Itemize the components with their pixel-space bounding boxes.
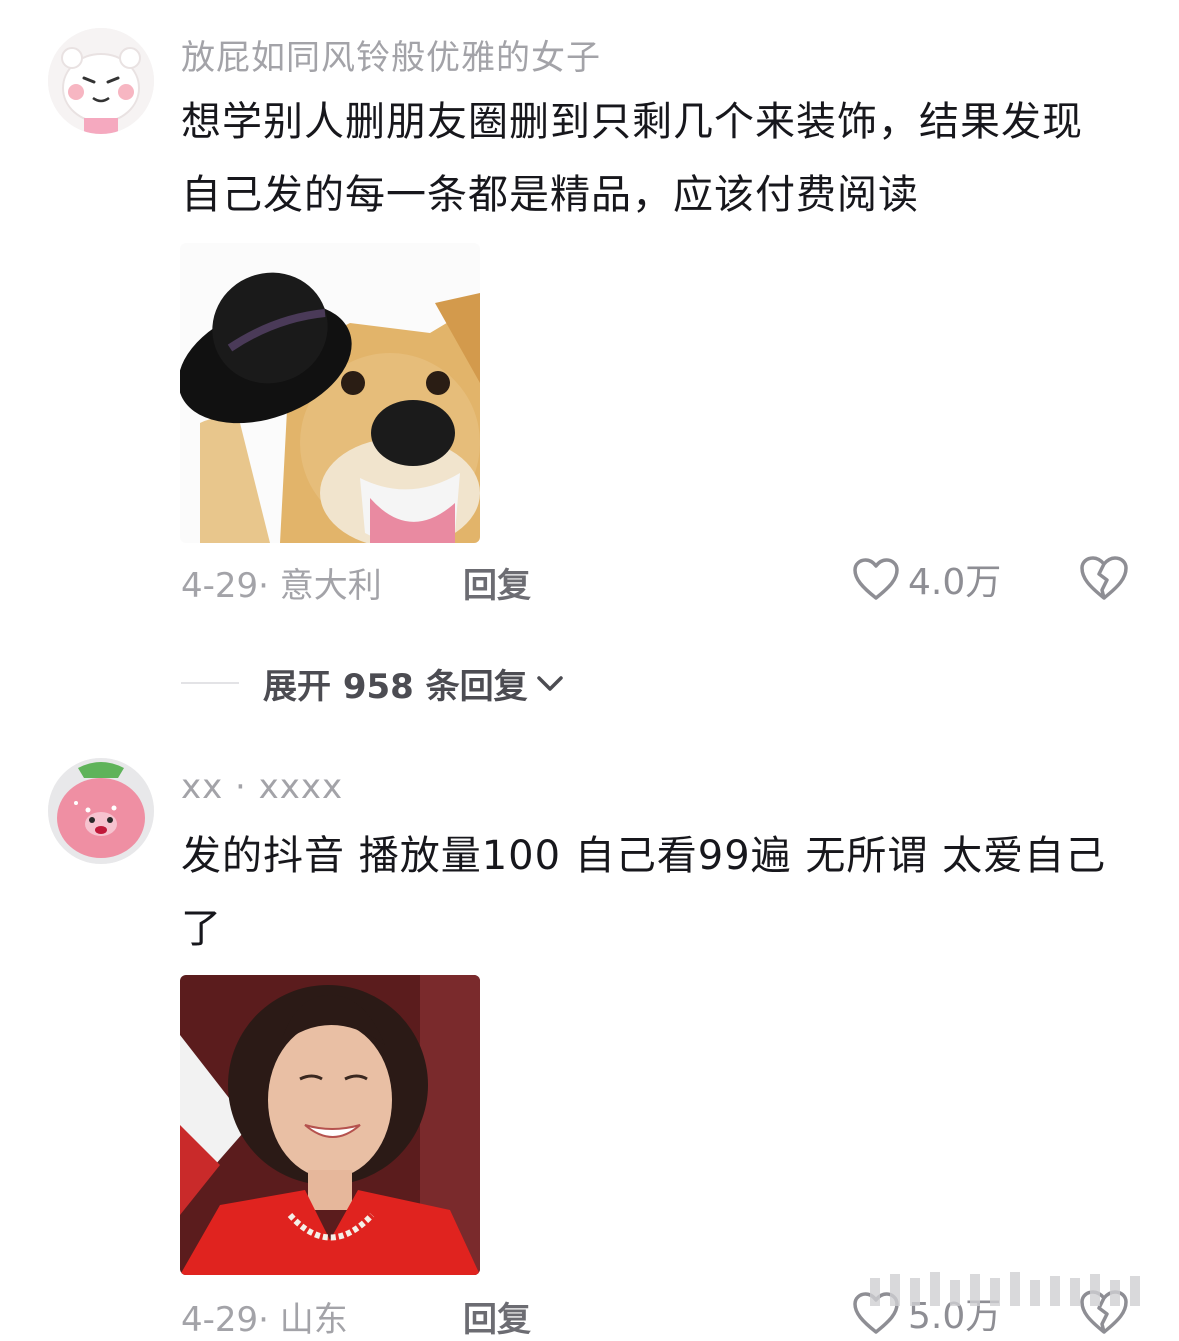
comment-item: 放屁如同风铃般优雅的女子 想学别人删朋友圈删到只剩几个来装饰，结果发现自己发的每… <box>0 0 1179 720</box>
heart-icon <box>853 558 899 600</box>
username[interactable]: xx · xxxx <box>181 767 343 807</box>
woman-laughing-meme <box>180 975 480 1275</box>
meme-image[interactable] <box>180 975 480 1275</box>
broken-heart-icon <box>1080 556 1128 600</box>
meme-image[interactable] <box>180 243 480 543</box>
comment-text: 想学别人删朋友圈删到只剩几个来装饰，结果发现自己发的每一条都是精品，应该付费阅读 <box>181 99 1083 218</box>
comment-text: 发的抖音 播放量100 自己看99遍 无所谓 太爱自己了 <box>181 833 1107 952</box>
dislike-button[interactable] <box>1078 554 1130 604</box>
scroll-indicator <box>870 1272 1140 1306</box>
like-count: 4.0万 <box>908 562 1002 603</box>
comment-meta: 4-29· 山东 <box>181 1300 348 1340</box>
reply-button[interactable]: 回复 <box>463 1292 531 1341</box>
like-button[interactable]: 4.0万 <box>852 554 1001 604</box>
reply-button[interactable]: 回复 <box>463 558 531 607</box>
expand-replies-button[interactable]: 展开 958 条回复 <box>181 658 566 708</box>
chevron-down-icon <box>536 676 563 691</box>
pink-loopy-avatar-icon <box>48 758 154 864</box>
comment-item: xx · xxxx 发的抖音 播放量100 自己看99遍 无所谓 太爱自己了 4… <box>0 720 1179 1340</box>
username[interactable]: 放屁如同风铃般优雅的女子 <box>181 30 601 79</box>
divider-line <box>181 682 239 684</box>
expand-replies-label: 展开 958 条回复 <box>263 666 528 707</box>
bear-avatar-icon <box>48 28 154 134</box>
user-avatar[interactable] <box>48 28 154 134</box>
dog-tipping-hat-meme <box>180 243 480 543</box>
user-avatar[interactable] <box>48 758 154 864</box>
comment-meta: 4-29· 意大利 <box>181 566 382 606</box>
